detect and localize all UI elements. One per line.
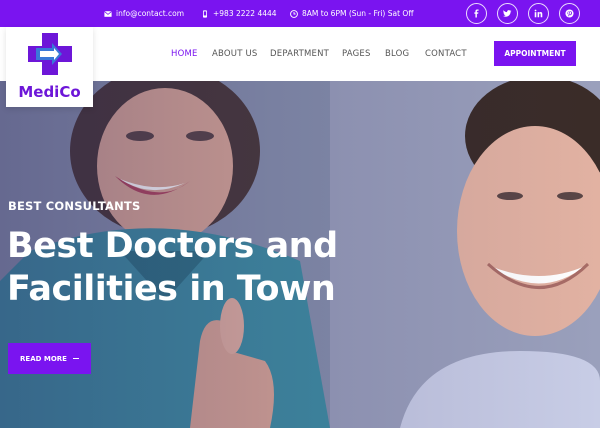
pinterest-icon[interactable]: [559, 3, 580, 24]
read-more-label: READ MORE: [20, 354, 67, 363]
envelope-icon: [104, 10, 112, 17]
hero-banner: BEST CONSULTANTS Best Doctors and Facili…: [0, 81, 600, 428]
read-more-button[interactable]: READ MORE: [8, 343, 91, 374]
twitter-icon[interactable]: [497, 3, 518, 24]
nav-about-us[interactable]: ABOUT US: [212, 27, 258, 81]
arrow-dash-icon: [72, 358, 79, 359]
linkedin-icon[interactable]: [528, 3, 549, 24]
hours-text: 8AM to 6PM (Sun - Fri) Sat Off: [302, 9, 414, 18]
appointment-button[interactable]: APPOINTMENT: [494, 41, 576, 66]
nav-blog[interactable]: BLOG: [385, 27, 409, 81]
hero-headline-line-1: Best Doctors and: [7, 226, 338, 266]
hours-info: 8AM to 6PM (Sun - Fri) Sat Off: [290, 0, 414, 27]
nav-contact[interactable]: CONTACT: [425, 27, 467, 81]
logo[interactable]: MediCo: [6, 27, 93, 107]
clock-icon: [290, 9, 298, 18]
main-header: MediCo HOME ABOUT US DEPARTMENT PAGES BL…: [0, 27, 600, 107]
phone-text: +983 2222 4444: [213, 9, 277, 18]
medical-cross-logo-icon: [28, 33, 72, 75]
phone-icon: [203, 9, 207, 18]
phone-info[interactable]: +983 2222 4444: [201, 0, 277, 27]
nav-pages[interactable]: PAGES: [342, 27, 371, 81]
email-info[interactable]: info@contact.com: [104, 0, 184, 27]
hero-kicker: BEST CONSULTANTS: [8, 199, 141, 213]
nav-department[interactable]: DEPARTMENT: [270, 27, 329, 81]
hero-headline-line-2: Facilities in Town: [7, 268, 336, 309]
top-contact-bar: info@contact.com +983 2222 4444 8AM to 6…: [0, 0, 600, 27]
email-text: info@contact.com: [116, 9, 185, 18]
nav-home[interactable]: HOME: [171, 27, 198, 81]
facebook-icon[interactable]: [466, 3, 487, 24]
hero-headline: Best Doctors and Facilities in Town: [7, 225, 407, 310]
brand-name: MediCo: [18, 83, 81, 101]
